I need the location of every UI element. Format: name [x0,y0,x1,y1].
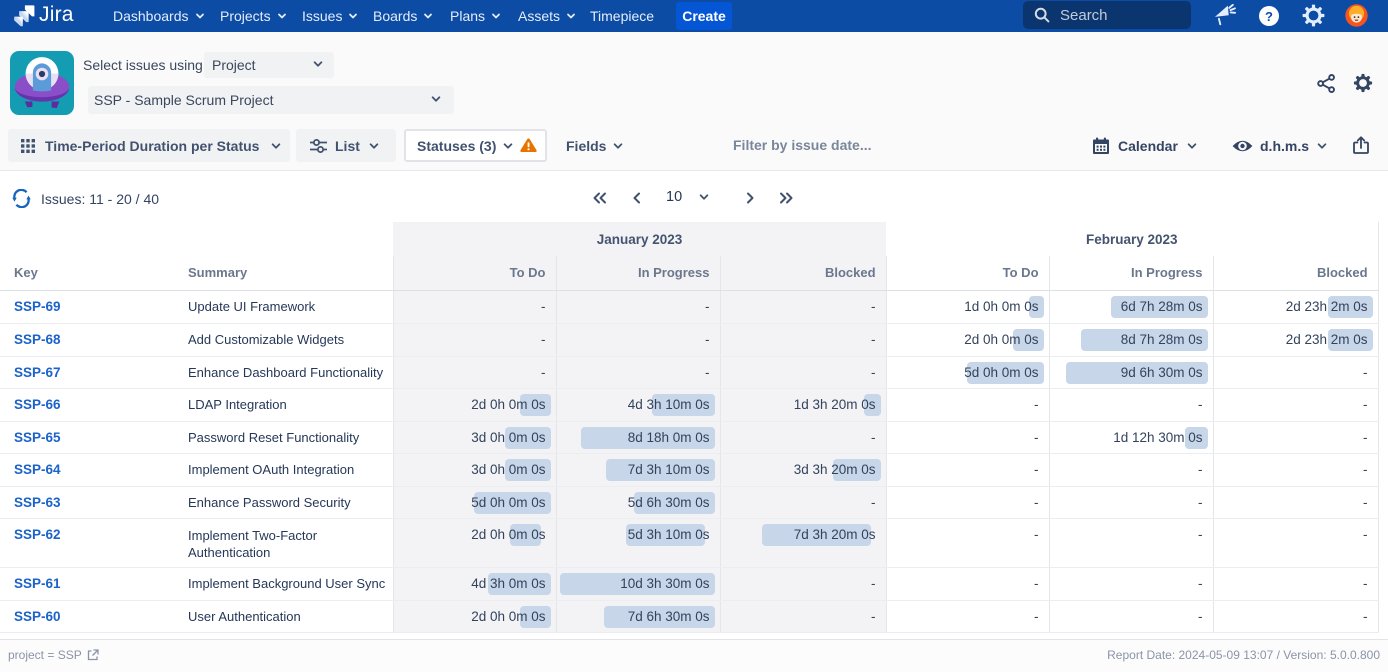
svg-text:?: ? [1265,9,1273,24]
